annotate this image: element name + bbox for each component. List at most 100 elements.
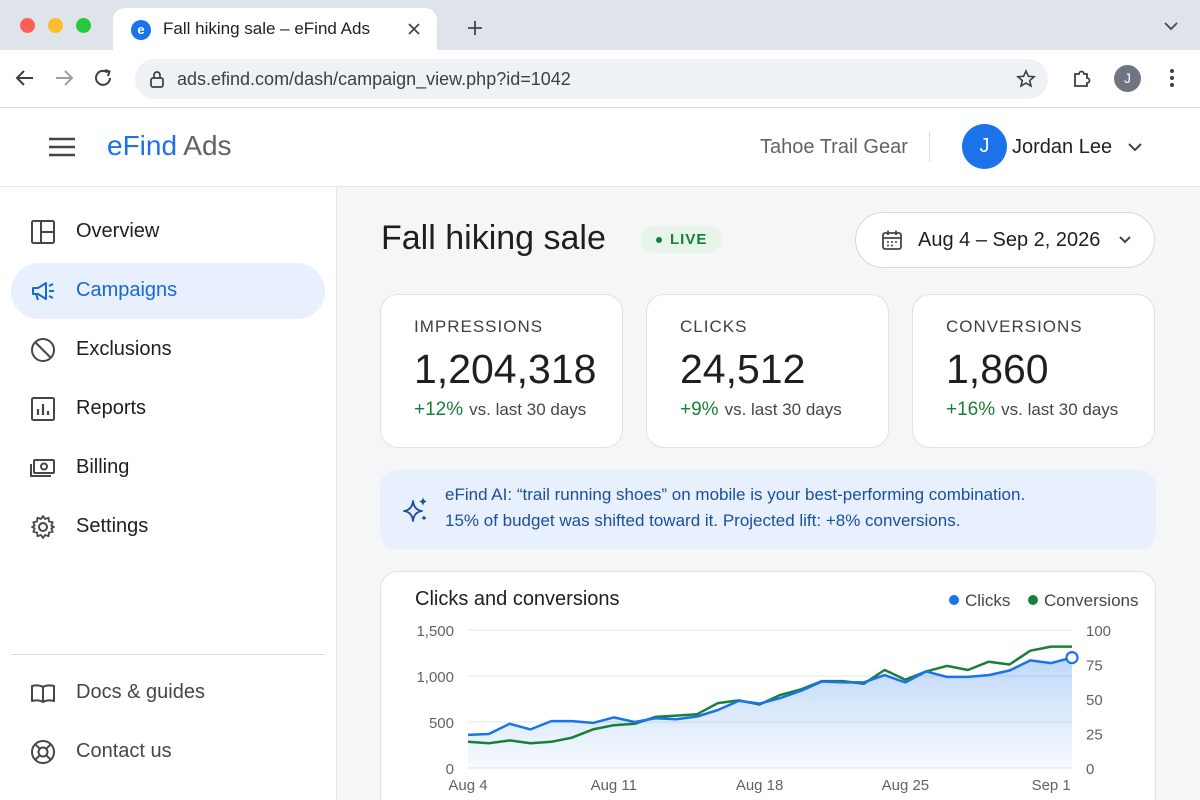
logo-sub-text: Ads — [183, 130, 232, 161]
sparkle-icon — [403, 497, 427, 522]
account-name[interactable]: Tahoe Trail Gear — [760, 136, 908, 159]
chart-card: Clicks and conversions Clicks Conversion… — [380, 571, 1156, 800]
kpi-value: 1,860 — [946, 346, 1049, 392]
browser-profile-avatar[interactable]: J — [1114, 65, 1141, 92]
browser-menu-kebab-icon[interactable] — [1163, 66, 1181, 90]
sidebar-item-label: Docs & guides — [76, 681, 205, 703]
tab-title: Fall hiking sale – eFind Ads — [163, 19, 370, 38]
y-left-tick-label: 1,000 — [416, 669, 454, 686]
kpi-value: 1,204,318 — [414, 346, 597, 392]
kpi-card-impressions[interactable]: IMPRESSIONS 1,204,318 +12% vs. last 30 da… — [380, 294, 623, 448]
y-left-tick-label: 500 — [429, 715, 454, 732]
clicks-area — [468, 657, 1072, 768]
money-icon — [30, 459, 55, 477]
book-icon — [31, 684, 55, 703]
kpi-footer: +9% vs. last 30 days — [680, 399, 842, 421]
new-tab-plus-icon[interactable] — [466, 19, 484, 37]
sidebar-item-label: Settings — [76, 515, 149, 537]
chevron-down-icon[interactable] — [1127, 141, 1143, 153]
close-tab-icon[interactable] — [405, 20, 423, 38]
kpi-delta: +12% — [414, 399, 464, 420]
insight-line-1: eFind AI: “trail running shoes” on mobil… — [445, 485, 1026, 504]
sidebar-item-label: Billing — [76, 456, 130, 478]
sidebar-item-label: Exclusions — [76, 338, 172, 360]
kpi-label: IMPRESSIONS — [414, 317, 544, 336]
forward-arrow-icon[interactable] — [53, 67, 75, 89]
lock-icon — [150, 71, 164, 88]
hamburger-menu-icon[interactable] — [48, 135, 76, 159]
insight-line-2: 15% of budget was shifted toward it. Pro… — [445, 511, 961, 530]
status-dot — [656, 237, 662, 243]
user-avatar[interactable]: J — [962, 124, 1007, 169]
block-icon — [31, 338, 55, 362]
y-right-tick-label: 0 — [1086, 761, 1094, 778]
sidebar-item-label: Reports — [76, 397, 147, 419]
page-title: Fall hiking sale — [381, 219, 606, 257]
tab-list-chevron-icon[interactable] — [1162, 19, 1180, 33]
date-range-picker[interactable]: Aug 4 – Sep 2, 2026 — [855, 212, 1155, 268]
kpi-label: CONVERSIONS — [946, 317, 1083, 336]
efind-favicon-icon: e — [131, 20, 151, 40]
bookmark-star-icon[interactable] — [1016, 69, 1036, 89]
calendar-icon — [882, 230, 902, 250]
sidebar-item-exclusions[interactable]: Exclusions — [11, 322, 325, 378]
kpi-note: vs. last 30 days — [1001, 400, 1119, 419]
date-range-text: Aug 4 – Sep 2, 2026 — [918, 229, 1101, 251]
line-chart: 0 500 1,000 1,500 0 25 50 75 100 Aug 4 Aug 11 Aug 1… — [416, 623, 1111, 794]
report-icon — [31, 397, 55, 421]
back-arrow-icon[interactable] — [14, 67, 36, 89]
sidebar-item-label: Contact us — [76, 740, 172, 762]
window-close-button[interactable] — [20, 18, 35, 33]
x-tick-label: Aug 25 — [882, 777, 930, 794]
sidebar: Overview Campaigns Exclusions Reports Bi… — [0, 187, 337, 800]
header-divider — [929, 132, 930, 162]
sidebar-item-overview[interactable]: Overview — [11, 204, 325, 260]
gear-icon — [31, 515, 55, 539]
status-text: LIVE — [670, 231, 708, 248]
x-tick-label: Aug 11 — [591, 777, 637, 794]
url-text: ads.efind.com/dash/campaign_view.php?id=… — [177, 69, 571, 89]
window-maximize-button[interactable] — [76, 18, 91, 33]
x-tick-label: Aug 4 — [448, 777, 487, 794]
kpi-value: 24,512 — [680, 346, 806, 392]
clicks-end-point — [1065, 650, 1079, 665]
address-bar[interactable]: ads.efind.com/dash/campaign_view.php?id=… — [135, 59, 1048, 99]
sidebar-item-docs[interactable]: Docs & guides — [11, 665, 325, 721]
kpi-delta: +9% — [680, 399, 719, 420]
x-tick-label: Aug 18 — [736, 777, 784, 794]
kpi-note: vs. last 30 days — [724, 400, 842, 419]
sidebar-item-label: Overview — [76, 220, 160, 242]
sidebar-item-label: Campaigns — [76, 279, 178, 301]
kpi-delta: +16% — [946, 399, 996, 420]
sidebar-item-contact[interactable]: Contact us — [11, 724, 325, 780]
user-name[interactable]: Jordan Lee — [1012, 136, 1112, 159]
browser-tab-active[interactable]: e Fall hiking sale – eFind Ads — [113, 8, 437, 50]
sidebar-item-campaigns[interactable]: Campaigns — [11, 263, 325, 319]
kpi-card-conversions[interactable]: CONVERSIONS 1,860 +16% vs. last 30 days — [912, 294, 1155, 448]
y-right-tick-label: 50 — [1086, 692, 1103, 709]
chevron-down-icon — [1119, 236, 1131, 244]
browser-toolbar: ads.efind.com/dash/campaign_view.php?id=… — [0, 50, 1200, 108]
y-right-tick-label: 75 — [1086, 658, 1103, 675]
kpi-footer: +16% vs. last 30 days — [946, 399, 1118, 421]
kpi-footer: +12% vs. last 30 days — [414, 399, 586, 421]
sidebar-item-billing[interactable]: Billing — [11, 440, 325, 496]
efind-ads-logo[interactable]: eFind Ads — [107, 130, 232, 162]
reload-icon[interactable] — [92, 67, 114, 89]
x-tick-label: Sep 1 — [1032, 777, 1071, 794]
kpi-label: CLICKS — [680, 317, 748, 336]
window-minimize-button[interactable] — [48, 18, 63, 33]
browser-tab-bar: e Fall hiking sale – eFind Ads — [0, 0, 1200, 50]
extensions-puzzle-icon[interactable] — [1071, 67, 1093, 89]
app-header: eFind Ads Tahoe Trail Gear J Jordan Lee — [0, 108, 1200, 187]
kpi-card-clicks[interactable]: CLICKS 24,512 +9% vs. last 30 days — [646, 294, 889, 448]
logo-main-text: eFind — [107, 130, 178, 161]
sidebar-item-reports[interactable]: Reports — [11, 381, 325, 437]
y-right-tick-label: 25 — [1086, 727, 1103, 744]
y-right-tick-label: 100 — [1086, 623, 1111, 640]
status-badge: LIVE — [641, 226, 722, 253]
main-content: Fall hiking sale LIVE Aug 4 – Sep 2, 202… — [337, 187, 1200, 800]
sidebar-divider — [11, 654, 325, 655]
sidebar-item-settings[interactable]: Settings — [11, 499, 325, 555]
lifebuoy-icon — [31, 740, 55, 764]
